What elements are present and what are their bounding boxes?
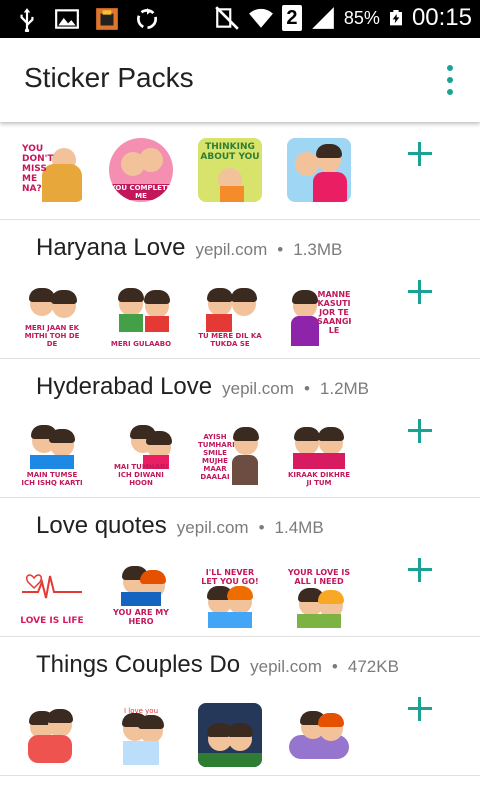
pack-size: 1.4MB xyxy=(274,518,324,537)
pack-publisher: yepil.com xyxy=(195,240,268,259)
sticker-preview-row: MERI JAAN EK MITHI TOH DE DE MERI GULAAB… xyxy=(20,286,351,350)
app-bar: Sticker Packs xyxy=(0,38,480,122)
notification-icons xyxy=(14,6,160,32)
add-icon[interactable] xyxy=(406,695,434,723)
wifi-icon xyxy=(248,8,273,28)
system-icons: 2 85% 00:15 xyxy=(214,4,472,32)
clock: 00:15 xyxy=(411,4,472,31)
sticker-preview-row: LOVE IS LIFE YOU ARE MY HERO I'LL NEVER … xyxy=(20,564,351,628)
sticker-thumbnail: MERI JAAN EK MITHI TOH DE DE xyxy=(20,286,84,350)
sticker-pack-item[interactable]: YOU DON'T MISS ME NA? YOU COMPLETE ME TH… xyxy=(0,124,480,220)
sticker-thumbnail: I love you xyxy=(109,703,173,767)
sticker-thumbnail: I'LL NEVER LET YOU GO! xyxy=(198,564,262,628)
app-notification-icon xyxy=(96,8,118,30)
sticker-thumbnail xyxy=(287,703,351,767)
pack-name: Love quotes xyxy=(36,512,167,539)
pack-header: Hyderabad Love yepil.com • 1.2MB xyxy=(36,373,369,401)
add-icon[interactable] xyxy=(406,417,434,445)
sticker-thumbnail: MAI TUMHARI ICH DIWANI HOON xyxy=(109,425,173,489)
sticker-thumbnail: YOU COMPLETE ME xyxy=(109,138,173,202)
sticker-thumbnail: YOUR LOVE IS ALL I NEED xyxy=(287,564,351,628)
pack-header: Love quotes yepil.com • 1.4MB xyxy=(36,512,324,540)
sticker-thumbnail: YOU ARE MY HERO xyxy=(109,564,173,628)
sim-icon: 2 xyxy=(281,5,302,31)
sticker-preview-row: YOU DON'T MISS ME NA? YOU COMPLETE ME TH… xyxy=(20,138,351,202)
pack-header: Haryana Love yepil.com • 1.3MB xyxy=(36,234,342,262)
pack-size: 472KB xyxy=(347,657,399,676)
sticker-pack-item[interactable]: Haryana Love yepil.com • 1.3MB MERI JAAN… xyxy=(0,220,480,359)
sync-icon xyxy=(136,8,158,30)
sticker-thumbnail: LOVE IS LIFE xyxy=(20,564,84,628)
image-icon xyxy=(55,9,79,29)
sticker-thumbnail: THINKING ABOUT YOU xyxy=(198,138,262,202)
pack-header: Things Couples Do yepil.com • 472KB xyxy=(36,651,399,679)
pack-separator: • xyxy=(277,240,284,259)
battery-percent: 85% xyxy=(343,7,380,28)
sticker-thumbnail: KIRAAK DIKHRE JI TUM xyxy=(287,425,351,489)
sticker-pack-list: YOU DON'T MISS ME NA? YOU COMPLETE ME TH… xyxy=(0,124,480,776)
sim-number: 2 xyxy=(286,7,298,29)
status-bar: 2 85% 00:15 xyxy=(0,0,480,38)
sticker-thumbnail xyxy=(20,703,84,767)
pack-name: Hyderabad Love xyxy=(36,373,213,400)
sticker-thumbnail xyxy=(287,138,351,202)
more-vert-icon[interactable] xyxy=(438,62,462,98)
pack-size: 1.3MB xyxy=(293,240,343,259)
sticker-thumbnail: YOU DON'T MISS ME NA? xyxy=(20,138,84,202)
pack-publisher: yepil.com xyxy=(250,657,322,676)
usb-icon xyxy=(20,8,34,32)
pack-name: Haryana Love xyxy=(36,234,186,261)
pack-publisher: yepil.com xyxy=(222,379,294,398)
heartbeat-icon xyxy=(22,574,82,599)
sticker-thumbnail: MAIN TUMSE ICH ISHQ KARTI xyxy=(20,425,84,489)
pack-size: 1.2MB xyxy=(319,379,370,398)
sticker-preview-row: MAIN TUMSE ICH ISHQ KARTI MAI TUMHARI IC… xyxy=(20,425,351,489)
add-icon[interactable] xyxy=(406,278,434,306)
signal-icon xyxy=(312,7,334,29)
sticker-thumbnail: MERI GULAABO xyxy=(109,286,173,350)
sticker-pack-item[interactable]: Hyderabad Love yepil.com • 1.2MB MAIN TU… xyxy=(0,359,480,498)
sticker-thumbnail: MANNE KASUTI JOR TE SAANGH LE xyxy=(287,286,351,350)
sticker-preview-row: I love you xyxy=(20,703,351,767)
pack-publisher: yepil.com xyxy=(176,518,249,537)
pack-name: Things Couples Do xyxy=(36,651,241,678)
add-icon[interactable] xyxy=(406,556,434,584)
battery-charging-icon xyxy=(389,10,402,26)
sticker-thumbnail xyxy=(198,703,262,767)
page-title: Sticker Packs xyxy=(24,62,194,93)
pack-separator: • xyxy=(303,379,310,398)
mute-icon xyxy=(215,6,239,30)
sticker-pack-item[interactable]: Things Couples Do yepil.com • 472KB I lo… xyxy=(0,637,480,776)
sticker-thumbnail: TU MERE DIL KA TUKDA SE xyxy=(198,286,262,350)
add-icon[interactable] xyxy=(406,140,434,168)
pack-separator: • xyxy=(331,657,338,676)
pack-separator: • xyxy=(258,518,265,537)
sticker-pack-item[interactable]: Love quotes yepil.com • 1.4MB LOVE IS LI… xyxy=(0,498,480,637)
sticker-thumbnail: AYISH TUMHARI SMILE MUJHE MAAR DAALAI xyxy=(198,425,262,489)
